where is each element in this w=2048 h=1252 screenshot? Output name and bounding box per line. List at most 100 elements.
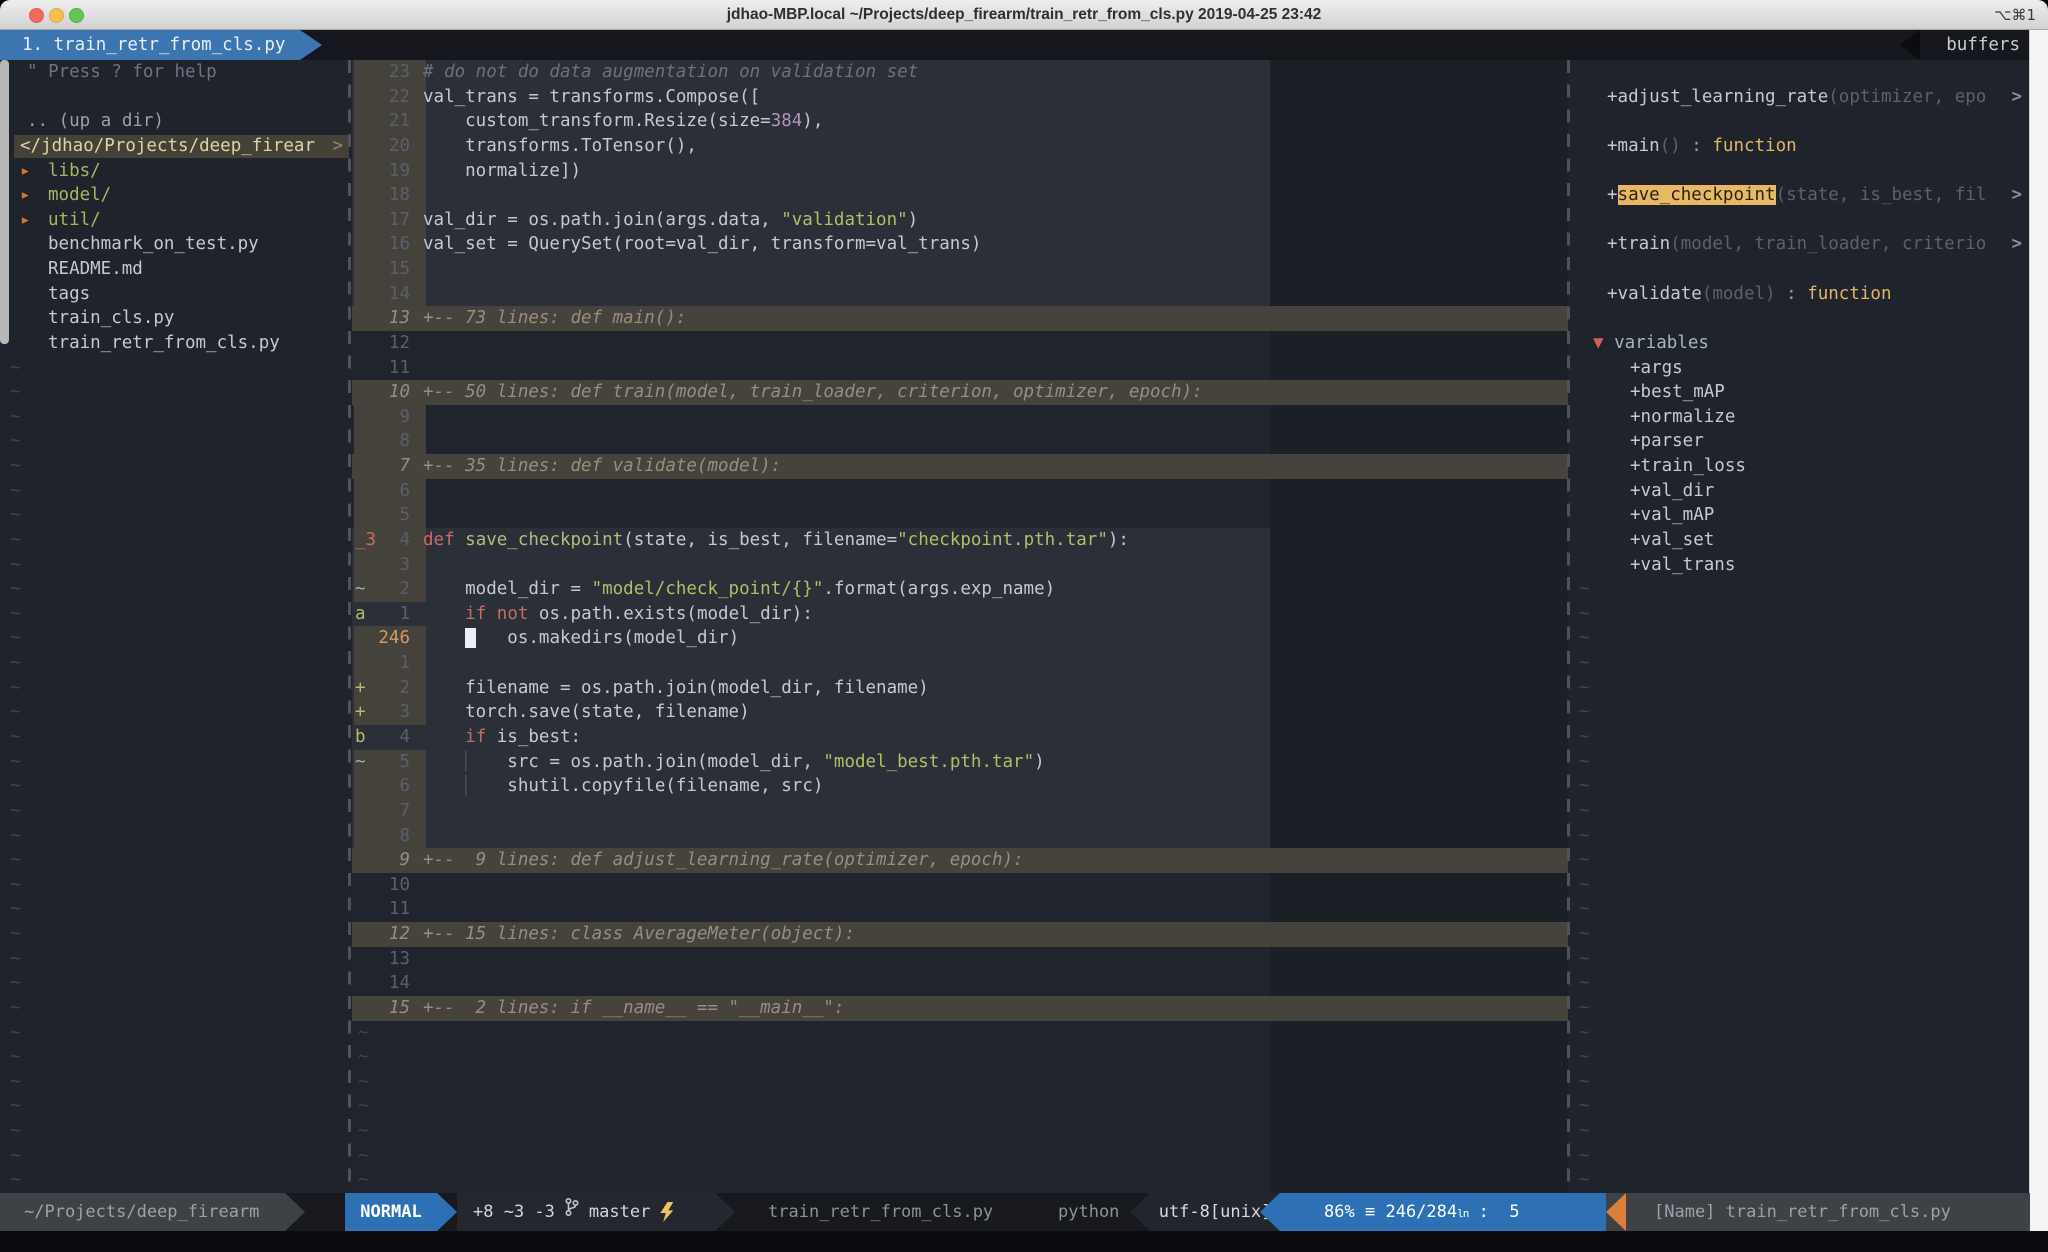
empty-line-tilde: ~: [0, 577, 349, 602]
nerdtree-item-file[interactable]: benchmark_on_test.py: [0, 232, 349, 257]
code-line[interactable]: 15: [352, 257, 1568, 282]
code-line[interactable]: 20 transforms.ToTensor(),: [352, 134, 1568, 159]
code-text: custom_transform.Resize(size=384),: [423, 109, 823, 134]
empty-line-tilde: ~: [352, 1144, 1568, 1169]
code-line[interactable]: 9: [352, 405, 1568, 430]
code-line[interactable]: ~5 ▏ src = os.path.join(model_dir, "mode…: [352, 750, 1568, 775]
tagbar-function[interactable]: +train(model, train_loader, criterio>: [1575, 232, 2030, 257]
tagbar-variable[interactable]: +best_mAP: [1575, 380, 2030, 405]
code-line[interactable]: 8: [352, 429, 1568, 454]
fold-line[interactable]: 7+-- 35 lines: def validate(model):: [352, 454, 1568, 479]
tagbar-function[interactable]: +validate(model) : function: [1575, 282, 2030, 307]
code-line[interactable]: 23 # do not do data augmentation on valid…: [352, 60, 1568, 85]
line-number: 23: [360, 60, 410, 85]
empty-line-tilde: ~: [1575, 1094, 2030, 1119]
nerdtree-item-file[interactable]: README.md: [0, 257, 349, 282]
empty-line-tilde: ~: [1575, 947, 2030, 972]
code-line[interactable]: 22val_trans = transforms.Compose([: [352, 85, 1568, 110]
code-line[interactable]: 14: [352, 282, 1568, 307]
code-line[interactable]: 10: [352, 873, 1568, 898]
tab-active[interactable]: 1. train_retr_from_cls.py: [0, 30, 322, 60]
code-line[interactable]: 13: [352, 947, 1568, 972]
right-scrollbar[interactable]: [2029, 30, 2048, 1252]
code-line[interactable]: 16val_set = QuerySet(root=val_dir, trans…: [352, 232, 1568, 257]
code-line[interactable]: +2 filename = os.path.join(model_dir, fi…: [352, 676, 1568, 701]
nerdtree-item-file[interactable]: train_cls.py: [0, 306, 349, 331]
empty-line-tilde: ~: [0, 1021, 349, 1046]
buffers-label[interactable]: buffers: [1946, 30, 2020, 60]
tagbar-function[interactable]: +main() : function: [1575, 134, 2030, 159]
nerdtree-item-file[interactable]: tags: [0, 282, 349, 307]
code-line[interactable]: 14: [352, 971, 1568, 996]
statusline: ~/Projects/deep_firearm NORMAL +8 ~3 -3 …: [0, 1193, 2030, 1231]
fold-text: +-- 2 lines: if __name__ == "__main__":: [423, 996, 844, 1021]
code-line[interactable]: 18: [352, 183, 1568, 208]
statusline-position: 86% ≡ 246/284ln : 5: [1280, 1193, 1606, 1231]
truncation-arrow-icon: >: [2011, 85, 2022, 110]
code-line[interactable]: 5: [352, 503, 1568, 528]
fold-line[interactable]: 10+-- 50 lines: def train(model, train_l…: [352, 380, 1568, 405]
empty-line-tilde: ~: [0, 947, 349, 972]
code-line[interactable]: 21 custom_transform.Resize(size=384),: [352, 109, 1568, 134]
empty-line-tilde: ~: [1575, 799, 2030, 824]
fold-line[interactable]: 9+-- 9 lines: def adjust_learning_rate(o…: [352, 848, 1568, 873]
nerdtree-item-dir[interactable]: ▸util/: [0, 208, 349, 233]
left-scrollbar-thumb[interactable]: [0, 60, 9, 344]
tagbar-function[interactable]: +save_checkpoint(state, is_best, fil>: [1575, 183, 2030, 208]
window-separator[interactable]: [1567, 60, 1570, 1193]
tagbar-variable[interactable]: +parser: [1575, 429, 2030, 454]
tagbar-variable[interactable]: +train_loss: [1575, 454, 2030, 479]
command-line[interactable]: [0, 1231, 2048, 1252]
empty-line-tilde: ~: [1575, 1144, 2030, 1169]
tagbar-variable[interactable]: +val_trans: [1575, 553, 2030, 578]
tagbar-variable[interactable]: +val_dir: [1575, 479, 2030, 504]
code-text: # do not do data augmentation on validat…: [423, 60, 918, 85]
nerdtree-item-file[interactable]: train_retr_from_cls.py: [0, 331, 349, 356]
code-line[interactable]: 17val_dir = os.path.join(args.data, "val…: [352, 208, 1568, 233]
code-text: val_trans = transforms.Compose([: [423, 85, 760, 110]
powerline-arrow-orange-icon: [1606, 1193, 1626, 1231]
empty-line-tilde: ~: [0, 429, 349, 454]
code-line[interactable]: 8: [352, 824, 1568, 849]
code-text: if not os.path.exists(model_dir):: [423, 602, 813, 627]
code-editor[interactable]: 23 # do not do data augmentation on valid…: [352, 60, 1568, 1193]
tagbar-section-variables[interactable]: ▼ variables: [1575, 331, 2030, 356]
nerdtree-item-dir[interactable]: ▸model/: [0, 183, 349, 208]
nerdtree-item-dir[interactable]: ▸libs/: [0, 159, 349, 184]
line-number: 6: [360, 774, 410, 799]
code-text: filename = os.path.join(model_dir, filen…: [423, 676, 929, 701]
code-line[interactable]: 6 ▏ shutil.copyfile(filename, src): [352, 774, 1568, 799]
code-line[interactable]: 11: [352, 897, 1568, 922]
fold-line[interactable]: 13+-- 73 lines: def main():: [352, 306, 1568, 331]
code-line[interactable]: _34def save_checkpoint(state, is_best, f…: [352, 528, 1568, 553]
code-line[interactable]: 6: [352, 479, 1568, 504]
tagbar-variable[interactable]: +args: [1575, 356, 2030, 381]
fold-line[interactable]: 12+-- 15 lines: class AverageMeter(objec…: [352, 922, 1568, 947]
fold-line[interactable]: 15+-- 2 lines: if __name__ == "__main__"…: [352, 996, 1568, 1021]
window-separator[interactable]: [348, 60, 351, 1193]
code-line[interactable]: 246 os.makedirs(model_dir): [352, 626, 1568, 651]
line-number: 5: [360, 503, 410, 528]
code-line[interactable]: +3 torch.save(state, filename): [352, 700, 1568, 725]
line-number: 4: [360, 725, 410, 750]
empty-line-tilde: ~: [0, 922, 349, 947]
code-line[interactable]: 19 normalize]): [352, 159, 1568, 184]
nerdtree-root[interactable]: </jdhao/Projects/deep_firear>: [0, 134, 349, 159]
code-line[interactable]: ~2 model_dir = "model/check_point/{}".fo…: [352, 577, 1568, 602]
tagbar-function[interactable]: +adjust_learning_rate(optimizer, epo>: [1575, 85, 2030, 110]
code-line[interactable]: a1 if not os.path.exists(model_dir):: [352, 602, 1568, 627]
code-line[interactable]: 7: [352, 799, 1568, 824]
code-line[interactable]: 3: [352, 553, 1568, 578]
code-line[interactable]: 11: [352, 356, 1568, 381]
nerdtree-up-dir[interactable]: .. (up a dir): [0, 109, 349, 134]
empty-line-tilde: ~: [0, 676, 349, 701]
mode-indicator: NORMAL: [345, 1193, 437, 1231]
line-number: 11: [360, 897, 410, 922]
empty-line-tilde: ~: [0, 996, 349, 1021]
code-line[interactable]: b4 if is_best:: [352, 725, 1568, 750]
tagbar-variable[interactable]: +val_mAP: [1575, 503, 2030, 528]
code-line[interactable]: 1: [352, 651, 1568, 676]
tagbar-variable[interactable]: +val_set: [1575, 528, 2030, 553]
tagbar-variable[interactable]: +normalize: [1575, 405, 2030, 430]
code-line[interactable]: 12: [352, 331, 1568, 356]
